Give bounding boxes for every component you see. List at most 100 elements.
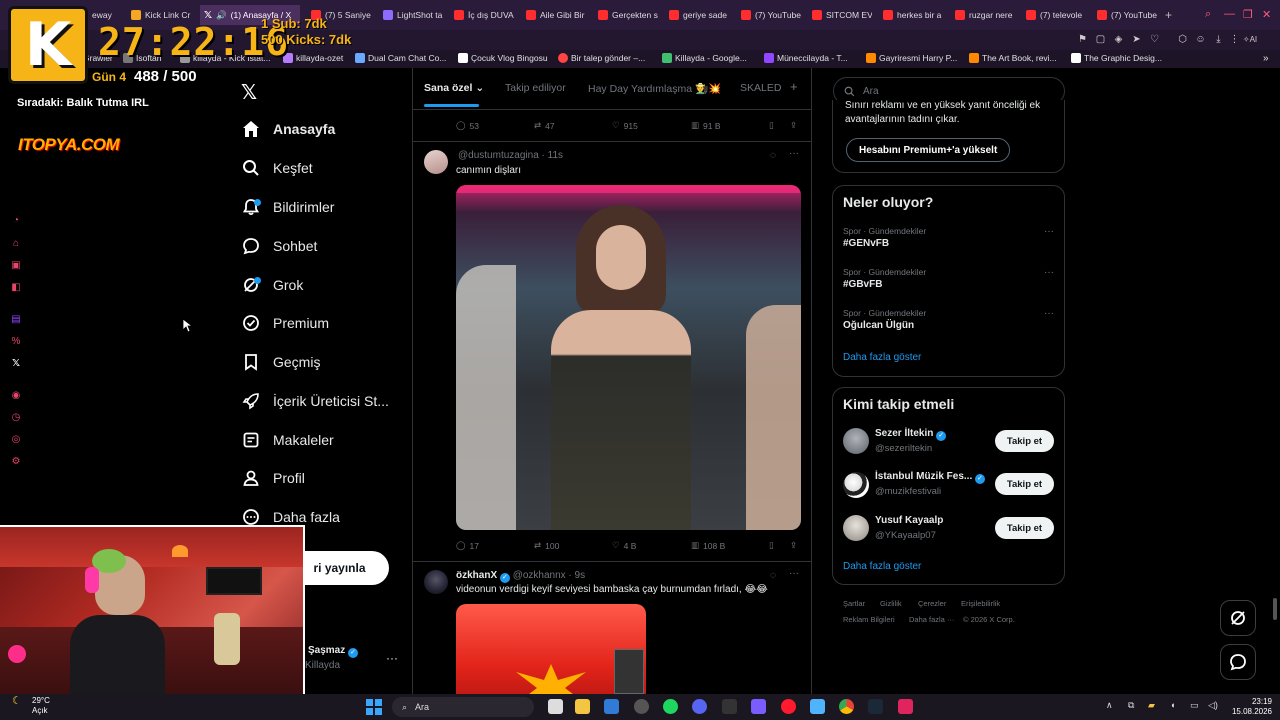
grok-explain-icon[interactable]: ◌: [770, 150, 776, 161]
discord-icon[interactable]: [692, 699, 707, 714]
browser-tab[interactable]: geriye sade: [669, 6, 729, 24]
browser-tab[interactable]: İç dış DUVA: [454, 6, 516, 24]
tweet-time[interactable]: 9s: [575, 570, 586, 581]
suggested-user-name[interactable]: İstanbul Müzik Fes... ✓: [875, 471, 986, 484]
shield-icon[interactable]: ◈: [1113, 34, 1124, 45]
avatar[interactable]: [843, 472, 869, 498]
tray-app-icon[interactable]: ⧉: [1128, 700, 1134, 711]
suggested-user-name[interactable]: Sezer İltekin ✓: [875, 428, 947, 441]
nav-profile[interactable]: Profil: [241, 466, 305, 490]
menu-icon[interactable]: ⋮: [1229, 34, 1240, 45]
bookmark-item[interactable]: Bir talep gönder –...: [558, 53, 645, 63]
bookmark-item[interactable]: The Art Book, revi...: [969, 53, 1057, 63]
maximize-button[interactable]: ❐: [1243, 8, 1253, 21]
taskbar-search[interactable]: ⌕ Ara: [392, 697, 534, 717]
ai-icon[interactable]: ✧AI: [1241, 34, 1259, 45]
nav-premium[interactable]: Premium: [241, 311, 329, 335]
trend-more-icon[interactable]: ···: [1044, 267, 1054, 278]
repost-button[interactable]: ⇄ 47: [534, 120, 555, 131]
repost-button[interactable]: ⇄ 100: [534, 540, 559, 551]
bookmarks-overflow-icon[interactable]: »: [1263, 53, 1269, 64]
bookmark-item[interactable]: Dual Cam Chat Co...: [355, 53, 446, 63]
tab-following[interactable]: Takip ediliyor: [505, 82, 566, 94]
tray-overflow-icon[interactable]: ∧: [1106, 700, 1113, 711]
nav-explore[interactable]: Keşfet: [241, 156, 313, 180]
x-app-icon[interactable]: 𝕏: [10, 358, 22, 370]
tweet-time[interactable]: 11s: [548, 150, 563, 161]
suggested-user-name[interactable]: Yusuf Kayaalp: [875, 515, 943, 526]
tweet-handle[interactable]: @ozkhannx: [513, 570, 566, 581]
views-button[interactable]: ▥ 108 B: [691, 540, 725, 551]
task-view-icon[interactable]: [548, 699, 563, 714]
trend-more-icon[interactable]: ···: [1044, 226, 1054, 237]
add-tab-icon[interactable]: +: [790, 79, 798, 94]
browser-tab[interactable]: LightShot ta: [383, 6, 443, 24]
footer-link[interactable]: Daha fazla ···: [909, 615, 954, 624]
avatar[interactable]: [424, 150, 448, 174]
taskbar-clock[interactable]: 23:19 15.08.2026: [1228, 697, 1272, 717]
show-more-link[interactable]: Daha fazla göster: [843, 352, 921, 363]
nav-bookmarks[interactable]: Geçmiş: [241, 350, 320, 374]
history-icon[interactable]: ◷: [10, 412, 22, 424]
opera-icon[interactable]: [781, 699, 796, 714]
show-more-link[interactable]: Daha fazla göster: [843, 561, 921, 572]
download-icon[interactable]: ⤓: [1213, 34, 1224, 45]
trend-more-icon[interactable]: ···: [1044, 308, 1054, 319]
file-explorer-icon[interactable]: [575, 699, 590, 714]
settings-icon[interactable]: ⚙: [10, 456, 22, 468]
like-button[interactable]: ♡ 4 B: [612, 540, 636, 551]
bookmark-item[interactable]: Gayriresmi Harry P...: [866, 53, 957, 63]
profile-icon[interactable]: ☺: [1195, 34, 1206, 45]
heart-icon[interactable]: ♡: [1149, 34, 1160, 45]
bookmark-item[interactable]: Killayda - Google...: [662, 53, 747, 63]
avatar[interactable]: [424, 570, 448, 594]
tray-folder-icon[interactable]: ▰: [1148, 700, 1155, 711]
bookmark-button[interactable]: ▯: [769, 540, 774, 551]
mail-icon[interactable]: [604, 699, 619, 714]
steam-icon[interactable]: [868, 699, 883, 714]
percent-icon[interactable]: %: [10, 336, 22, 348]
trend-item[interactable]: #GENvFB: [843, 238, 889, 249]
chrome-icon[interactable]: [839, 699, 854, 714]
share-button[interactable]: ⇪: [790, 120, 797, 131]
tweet-video[interactable]: [456, 185, 801, 530]
volume-icon[interactable]: ◁): [1208, 700, 1218, 711]
trend-item[interactable]: Oğulcan Ülgün: [843, 320, 914, 331]
close-button[interactable]: ✕: [1262, 8, 1271, 21]
browser-tab[interactable]: (7) televole: [1026, 6, 1086, 24]
follow-button[interactable]: Takip et: [995, 473, 1054, 495]
account-name[interactable]: Şaşmaz ✓: [308, 645, 359, 658]
extensions-icon[interactable]: ⬡: [1177, 34, 1188, 45]
grok-float-button[interactable]: [1220, 600, 1256, 636]
reply-button[interactable]: ◯ 17: [456, 540, 479, 551]
twitch-icon[interactable]: ▤: [10, 314, 22, 326]
browser-tab[interactable]: SITCOM EV: [812, 6, 872, 24]
share-button[interactable]: ⇪: [790, 540, 797, 551]
bookmark-item[interactable]: The Graphic Desig...: [1071, 53, 1162, 63]
footer-link[interactable]: Erişilebilirlik: [961, 599, 1000, 608]
messenger-icon[interactable]: ▣: [10, 260, 22, 272]
browser-tab[interactable]: Gerçekten s: [598, 6, 658, 24]
messages-float-button[interactable]: [1220, 644, 1256, 680]
bookmark-button[interactable]: ▯: [769, 120, 774, 131]
scrollbar-thumb[interactable]: [1273, 598, 1277, 620]
tweet-more-icon[interactable]: ···: [789, 148, 799, 159]
microphone-icon[interactable]: ◖: [1170, 700, 1175, 710]
player-icon[interactable]: ◉: [10, 390, 22, 402]
browser-tab[interactable]: herkes bir a: [883, 6, 943, 24]
bookmark-item[interactable]: killayda-ozet: [283, 53, 343, 63]
like-button[interactable]: ♡ 915: [612, 120, 638, 131]
screenshot-icon[interactable]: ▢: [1095, 34, 1106, 45]
avatar[interactable]: [843, 428, 869, 454]
follow-button[interactable]: Takip et: [995, 517, 1054, 539]
spotify-icon[interactable]: [663, 699, 678, 714]
tweet-video-thumbnail[interactable]: [456, 604, 646, 694]
wallet-icon[interactable]: ◎: [10, 434, 22, 446]
browser-tab[interactable]: (7) YouTube: [741, 6, 803, 24]
notepad-icon[interactable]: [810, 699, 825, 714]
nav-notifications[interactable]: Bildirimler: [241, 195, 334, 219]
pin-icon[interactable]: ⚑: [1077, 34, 1088, 45]
bookmark-item[interactable]: Çocuk Vlog Bingosu: [458, 53, 548, 63]
app-icon[interactable]: [722, 699, 737, 714]
tab-skaled[interactable]: SKALED: [740, 82, 781, 94]
